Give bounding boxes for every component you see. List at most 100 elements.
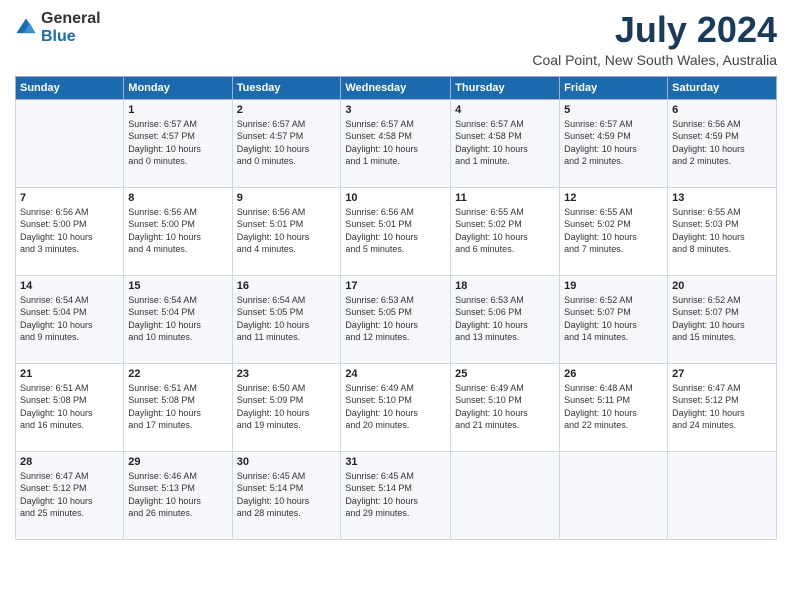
week-row-3: 14 Sunrise: 6:54 AM Sunset: 5:04 PM Dayli… [16, 275, 777, 363]
day-number: 1 [128, 104, 227, 116]
day-cell: 8 Sunrise: 6:56 AM Sunset: 5:00 PM Daylig… [124, 187, 232, 275]
day-info: Sunrise: 6:57 AM Sunset: 4:57 PM Dayligh… [237, 118, 337, 168]
day-number: 6 [672, 104, 772, 116]
day-cell: 13 Sunrise: 6:55 AM Sunset: 5:03 PM Dayli… [668, 187, 777, 275]
day-cell: 7 Sunrise: 6:56 AM Sunset: 5:00 PM Daylig… [16, 187, 124, 275]
location-title: Coal Point, New South Wales, Australia [532, 52, 777, 68]
day-cell: 21 Sunrise: 6:51 AM Sunset: 5:08 PM Dayli… [16, 363, 124, 451]
week-row-1: 1 Sunrise: 6:57 AM Sunset: 4:57 PM Daylig… [16, 99, 777, 187]
day-info: Sunrise: 6:55 AM Sunset: 5:03 PM Dayligh… [672, 206, 772, 256]
week-row-2: 7 Sunrise: 6:56 AM Sunset: 5:00 PM Daylig… [16, 187, 777, 275]
day-cell [560, 451, 668, 539]
day-info: Sunrise: 6:57 AM Sunset: 4:59 PM Dayligh… [564, 118, 663, 168]
day-number: 29 [128, 456, 227, 468]
day-cell: 20Sunrise: 6:52 AM Sunset: 5:07 PM Dayli… [668, 275, 777, 363]
day-cell: 19 Sunrise: 6:52 AM Sunset: 5:07 PM Dayli… [560, 275, 668, 363]
day-number: 22 [128, 368, 227, 380]
day-number: 2 [237, 104, 337, 116]
day-info: Sunrise: 6:54 AM Sunset: 5:05 PM Dayligh… [237, 294, 337, 344]
day-info: Sunrise: 6:57 AM Sunset: 4:57 PM Dayligh… [128, 118, 227, 168]
day-cell: 17Sunrise: 6:53 AM Sunset: 5:05 PM Dayli… [341, 275, 451, 363]
day-info: Sunrise: 6:53 AM Sunset: 5:05 PM Dayligh… [345, 294, 446, 344]
day-info: Sunrise: 6:52 AM Sunset: 5:07 PM Dayligh… [564, 294, 663, 344]
logo-general: General [41, 10, 101, 27]
day-cell: 25 Sunrise: 6:49 AM Sunset: 5:10 PM Dayli… [451, 363, 560, 451]
day-number: 31 [345, 456, 446, 468]
day-cell: 23 Sunrise: 6:50 AM Sunset: 5:09 PM Dayli… [232, 363, 341, 451]
day-cell: 24 Sunrise: 6:49 AM Sunset: 5:10 PM Dayli… [341, 363, 451, 451]
day-cell: 15Sunrise: 6:54 AM Sunset: 5:04 PM Dayli… [124, 275, 232, 363]
day-number: 25 [455, 368, 555, 380]
week-row-5: 28 Sunrise: 6:47 AM Sunset: 5:12 PM Dayli… [16, 451, 777, 539]
day-info: Sunrise: 6:56 AM Sunset: 5:01 PM Dayligh… [237, 206, 337, 256]
header-cell-sunday: Sunday [16, 76, 124, 99]
day-cell: 5Sunrise: 6:57 AM Sunset: 4:59 PM Daylig… [560, 99, 668, 187]
day-info: Sunrise: 6:49 AM Sunset: 5:10 PM Dayligh… [455, 382, 555, 432]
logo-blue: Blue [41, 28, 76, 45]
day-info: Sunrise: 6:51 AM Sunset: 5:08 PM Dayligh… [20, 382, 119, 432]
day-info: Sunrise: 6:45 AM Sunset: 5:14 PM Dayligh… [237, 470, 337, 520]
calendar-table: SundayMondayTuesdayWednesdayThursdayFrid… [15, 76, 777, 540]
title-block: July 2024 Coal Point, New South Wales, A… [532, 10, 777, 68]
day-cell: 26Sunrise: 6:48 AM Sunset: 5:11 PM Dayli… [560, 363, 668, 451]
day-info: Sunrise: 6:54 AM Sunset: 5:04 PM Dayligh… [128, 294, 227, 344]
header-cell-tuesday: Tuesday [232, 76, 341, 99]
day-cell: 27 Sunrise: 6:47 AM Sunset: 5:12 PM Dayli… [668, 363, 777, 451]
day-info: Sunrise: 6:55 AM Sunset: 5:02 PM Dayligh… [455, 206, 555, 256]
day-info: Sunrise: 6:51 AM Sunset: 5:08 PM Dayligh… [128, 382, 227, 432]
day-cell: 3Sunrise: 6:57 AM Sunset: 4:58 PM Daylig… [341, 99, 451, 187]
day-info: Sunrise: 6:56 AM Sunset: 5:00 PM Dayligh… [128, 206, 227, 256]
day-number: 8 [128, 192, 227, 204]
day-cell: 6 Sunrise: 6:56 AM Sunset: 4:59 PM Daylig… [668, 99, 777, 187]
day-cell [668, 451, 777, 539]
day-info: Sunrise: 6:46 AM Sunset: 5:13 PM Dayligh… [128, 470, 227, 520]
header-row: SundayMondayTuesdayWednesdayThursdayFrid… [16, 76, 777, 99]
day-info: Sunrise: 6:47 AM Sunset: 5:12 PM Dayligh… [20, 470, 119, 520]
day-number: 27 [672, 368, 772, 380]
header-cell-friday: Friday [560, 76, 668, 99]
day-number: 24 [345, 368, 446, 380]
day-info: Sunrise: 6:56 AM Sunset: 4:59 PM Dayligh… [672, 118, 772, 168]
day-cell: 9Sunrise: 6:56 AM Sunset: 5:01 PM Daylig… [232, 187, 341, 275]
day-cell: 31Sunrise: 6:45 AM Sunset: 5:14 PM Dayli… [341, 451, 451, 539]
day-number: 13 [672, 192, 772, 204]
day-cell: 11 Sunrise: 6:55 AM Sunset: 5:02 PM Dayli… [451, 187, 560, 275]
day-info: Sunrise: 6:47 AM Sunset: 5:12 PM Dayligh… [672, 382, 772, 432]
day-cell [451, 451, 560, 539]
day-info: Sunrise: 6:57 AM Sunset: 4:58 PM Dayligh… [455, 118, 555, 168]
week-row-4: 21 Sunrise: 6:51 AM Sunset: 5:08 PM Dayli… [16, 363, 777, 451]
day-cell: 29 Sunrise: 6:46 AM Sunset: 5:13 PM Dayli… [124, 451, 232, 539]
day-number: 11 [455, 192, 555, 204]
day-number: 12 [564, 192, 663, 204]
day-number: 18 [455, 280, 555, 292]
day-cell: 22 Sunrise: 6:51 AM Sunset: 5:08 PM Dayli… [124, 363, 232, 451]
day-cell: 1 Sunrise: 6:57 AM Sunset: 4:57 PM Daylig… [124, 99, 232, 187]
day-info: Sunrise: 6:49 AM Sunset: 5:10 PM Dayligh… [345, 382, 446, 432]
day-number: 21 [20, 368, 119, 380]
day-info: Sunrise: 6:52 AM Sunset: 5:07 PM Dayligh… [672, 294, 772, 344]
month-title: July 2024 [532, 10, 777, 50]
day-number: 16 [237, 280, 337, 292]
day-info: Sunrise: 6:53 AM Sunset: 5:06 PM Dayligh… [455, 294, 555, 344]
day-cell: 14 Sunrise: 6:54 AM Sunset: 5:04 PM Dayli… [16, 275, 124, 363]
day-info: Sunrise: 6:54 AM Sunset: 5:04 PM Dayligh… [20, 294, 119, 344]
day-number: 28 [20, 456, 119, 468]
day-cell: 18 Sunrise: 6:53 AM Sunset: 5:06 PM Dayli… [451, 275, 560, 363]
page: General Blue July 2024 Coal Point, New S… [0, 0, 792, 612]
header-cell-saturday: Saturday [668, 76, 777, 99]
day-info: Sunrise: 6:57 AM Sunset: 4:58 PM Dayligh… [345, 118, 446, 168]
header: General Blue July 2024 Coal Point, New S… [15, 10, 777, 68]
logo-text: General Blue [41, 10, 101, 46]
day-number: 19 [564, 280, 663, 292]
day-number: 4 [455, 104, 555, 116]
day-info: Sunrise: 6:50 AM Sunset: 5:09 PM Dayligh… [237, 382, 337, 432]
day-info: Sunrise: 6:56 AM Sunset: 5:00 PM Dayligh… [20, 206, 119, 256]
day-number: 7 [20, 192, 119, 204]
header-cell-monday: Monday [124, 76, 232, 99]
day-cell: 4 Sunrise: 6:57 AM Sunset: 4:58 PM Daylig… [451, 99, 560, 187]
day-number: 26 [564, 368, 663, 380]
day-cell [16, 99, 124, 187]
day-number: 14 [20, 280, 119, 292]
day-cell: 16 Sunrise: 6:54 AM Sunset: 5:05 PM Dayli… [232, 275, 341, 363]
day-number: 23 [237, 368, 337, 380]
